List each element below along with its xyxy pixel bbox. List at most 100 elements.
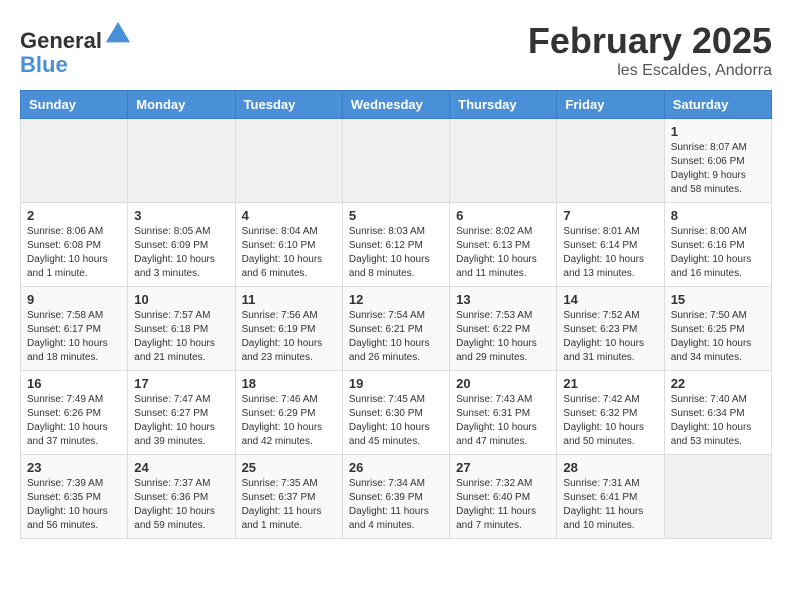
header-saturday: Saturday (664, 91, 771, 119)
day-number: 19 (349, 376, 443, 391)
day-info: Sunrise: 8:07 AM Sunset: 6:06 PM Dayligh… (671, 141, 765, 197)
day-info: Sunrise: 7:43 AM Sunset: 6:31 PM Dayligh… (456, 393, 550, 449)
logo: General Blue (20, 20, 132, 77)
day-info: Sunrise: 8:01 AM Sunset: 6:14 PM Dayligh… (563, 225, 657, 281)
day-info: Sunrise: 7:50 AM Sunset: 6:25 PM Dayligh… (671, 309, 765, 365)
weekday-header-row: Sunday Monday Tuesday Wednesday Thursday… (21, 91, 772, 119)
day-number: 16 (27, 376, 121, 391)
day-info: Sunrise: 7:40 AM Sunset: 6:34 PM Dayligh… (671, 393, 765, 449)
day-cell: 9 Sunrise: 7:58 AM Sunset: 6:17 PM Daylig… (21, 287, 128, 371)
day-cell: 22 Sunrise: 7:40 AM Sunset: 6:34 PM Dayli… (664, 371, 771, 455)
day-number: 1 (671, 124, 765, 139)
day-info: Sunrise: 8:03 AM Sunset: 6:12 PM Dayligh… (349, 225, 443, 281)
day-info: Sunrise: 7:34 AM Sunset: 6:39 PM Dayligh… (349, 477, 443, 533)
day-info: Sunrise: 7:53 AM Sunset: 6:22 PM Dayligh… (456, 309, 550, 365)
day-info: Sunrise: 7:54 AM Sunset: 6:21 PM Dayligh… (349, 309, 443, 365)
day-info: Sunrise: 7:52 AM Sunset: 6:23 PM Dayligh… (563, 309, 657, 365)
day-info: Sunrise: 7:32 AM Sunset: 6:40 PM Dayligh… (456, 477, 550, 533)
day-cell: 23 Sunrise: 7:39 AM Sunset: 6:35 PM Dayli… (21, 455, 128, 539)
location: les Escaldes, Andorra (528, 62, 772, 80)
day-number: 6 (456, 208, 550, 223)
day-cell: 1 Sunrise: 8:07 AM Sunset: 6:06 PM Daylig… (664, 119, 771, 203)
day-cell: 25Sunrise: 7:35 AM Sunset: 6:37 PM Dayli… (235, 455, 342, 539)
day-cell (235, 119, 342, 203)
day-info: Sunrise: 8:05 AM Sunset: 6:09 PM Dayligh… (134, 225, 228, 281)
day-info: Sunrise: 7:39 AM Sunset: 6:35 PM Dayligh… (27, 477, 121, 533)
day-cell: 11Sunrise: 7:56 AM Sunset: 6:19 PM Dayli… (235, 287, 342, 371)
day-number: 2 (27, 208, 121, 223)
day-cell: 16 Sunrise: 7:49 AM Sunset: 6:26 PM Dayli… (21, 371, 128, 455)
week-row-0: 1 Sunrise: 8:07 AM Sunset: 6:06 PM Daylig… (21, 119, 772, 203)
week-row-4: 23 Sunrise: 7:39 AM Sunset: 6:35 PM Dayli… (21, 455, 772, 539)
day-cell: 4Sunrise: 8:04 AM Sunset: 6:10 PM Daylig… (235, 203, 342, 287)
month-title: February 2025 (528, 20, 772, 62)
day-info: Sunrise: 7:58 AM Sunset: 6:17 PM Dayligh… (27, 309, 121, 365)
day-info: Sunrise: 8:06 AM Sunset: 6:08 PM Dayligh… (27, 225, 121, 281)
header-wednesday: Wednesday (342, 91, 449, 119)
day-number: 12 (349, 292, 443, 307)
day-cell (450, 119, 557, 203)
day-number: 22 (671, 376, 765, 391)
day-number: 24 (134, 460, 228, 475)
day-number: 5 (349, 208, 443, 223)
day-cell (557, 119, 664, 203)
day-cell: 2 Sunrise: 8:06 AM Sunset: 6:08 PM Daylig… (21, 203, 128, 287)
header-monday: Monday (128, 91, 235, 119)
day-cell: 26 Sunrise: 7:34 AM Sunset: 6:39 PM Dayli… (342, 455, 449, 539)
day-info: Sunrise: 7:37 AM Sunset: 6:36 PM Dayligh… (134, 477, 228, 533)
day-number: 17 (134, 376, 228, 391)
day-number: 9 (27, 292, 121, 307)
day-number: 3 (134, 208, 228, 223)
day-number: 26 (349, 460, 443, 475)
day-number: 4 (242, 208, 336, 223)
day-number: 27 (456, 460, 550, 475)
day-info: Sunrise: 7:45 AM Sunset: 6:30 PM Dayligh… (349, 393, 443, 449)
day-cell: 20 Sunrise: 7:43 AM Sunset: 6:31 PM Dayli… (450, 371, 557, 455)
week-row-2: 9 Sunrise: 7:58 AM Sunset: 6:17 PM Daylig… (21, 287, 772, 371)
logo-general-text: General (20, 28, 102, 53)
logo-icon (104, 20, 132, 48)
day-info: Sunrise: 8:00 AM Sunset: 6:16 PM Dayligh… (671, 225, 765, 281)
title-block: February 2025 les Escaldes, Andorra (528, 20, 772, 80)
day-cell: 7 Sunrise: 8:01 AM Sunset: 6:14 PM Daylig… (557, 203, 664, 287)
day-number: 8 (671, 208, 765, 223)
day-cell (21, 119, 128, 203)
day-info: Sunrise: 7:49 AM Sunset: 6:26 PM Dayligh… (27, 393, 121, 449)
day-number: 15 (671, 292, 765, 307)
day-number: 28 (563, 460, 657, 475)
day-cell: 6Sunrise: 8:02 AM Sunset: 6:13 PM Daylig… (450, 203, 557, 287)
day-cell: 10 Sunrise: 7:57 AM Sunset: 6:18 PM Dayli… (128, 287, 235, 371)
day-cell: 24 Sunrise: 7:37 AM Sunset: 6:36 PM Dayli… (128, 455, 235, 539)
day-cell: 21 Sunrise: 7:42 AM Sunset: 6:32 PM Dayli… (557, 371, 664, 455)
day-cell: 27 Sunrise: 7:32 AM Sunset: 6:40 PM Dayli… (450, 455, 557, 539)
header-thursday: Thursday (450, 91, 557, 119)
calendar: Sunday Monday Tuesday Wednesday Thursday… (20, 90, 772, 539)
week-row-1: 2 Sunrise: 8:06 AM Sunset: 6:08 PM Daylig… (21, 203, 772, 287)
day-cell: 14Sunrise: 7:52 AM Sunset: 6:23 PM Dayli… (557, 287, 664, 371)
page-header: General Blue February 2025 les Escaldes,… (20, 20, 772, 80)
day-cell: 12 Sunrise: 7:54 AM Sunset: 6:21 PM Dayli… (342, 287, 449, 371)
logo-blue-text: Blue (20, 52, 68, 77)
day-info: Sunrise: 7:47 AM Sunset: 6:27 PM Dayligh… (134, 393, 228, 449)
week-row-3: 16 Sunrise: 7:49 AM Sunset: 6:26 PM Dayli… (21, 371, 772, 455)
day-number: 20 (456, 376, 550, 391)
header-friday: Friday (557, 91, 664, 119)
day-info: Sunrise: 7:57 AM Sunset: 6:18 PM Dayligh… (134, 309, 228, 365)
day-cell: 17 Sunrise: 7:47 AM Sunset: 6:27 PM Dayli… (128, 371, 235, 455)
day-number: 25 (242, 460, 336, 475)
day-cell: 18Sunrise: 7:46 AM Sunset: 6:29 PM Dayli… (235, 371, 342, 455)
day-cell (342, 119, 449, 203)
day-cell (664, 455, 771, 539)
day-cell (128, 119, 235, 203)
day-info: Sunrise: 7:31 AM Sunset: 6:41 PM Dayligh… (563, 477, 657, 533)
day-number: 10 (134, 292, 228, 307)
day-number: 23 (27, 460, 121, 475)
header-tuesday: Tuesday (235, 91, 342, 119)
day-number: 7 (563, 208, 657, 223)
day-cell: 3 Sunrise: 8:05 AM Sunset: 6:09 PM Daylig… (128, 203, 235, 287)
day-info: Sunrise: 7:56 AM Sunset: 6:19 PM Dayligh… (242, 309, 336, 365)
day-cell: 28 Sunrise: 7:31 AM Sunset: 6:41 PM Dayli… (557, 455, 664, 539)
day-number: 21 (563, 376, 657, 391)
day-info: Sunrise: 7:42 AM Sunset: 6:32 PM Dayligh… (563, 393, 657, 449)
day-cell: 15 Sunrise: 7:50 AM Sunset: 6:25 PM Dayli… (664, 287, 771, 371)
